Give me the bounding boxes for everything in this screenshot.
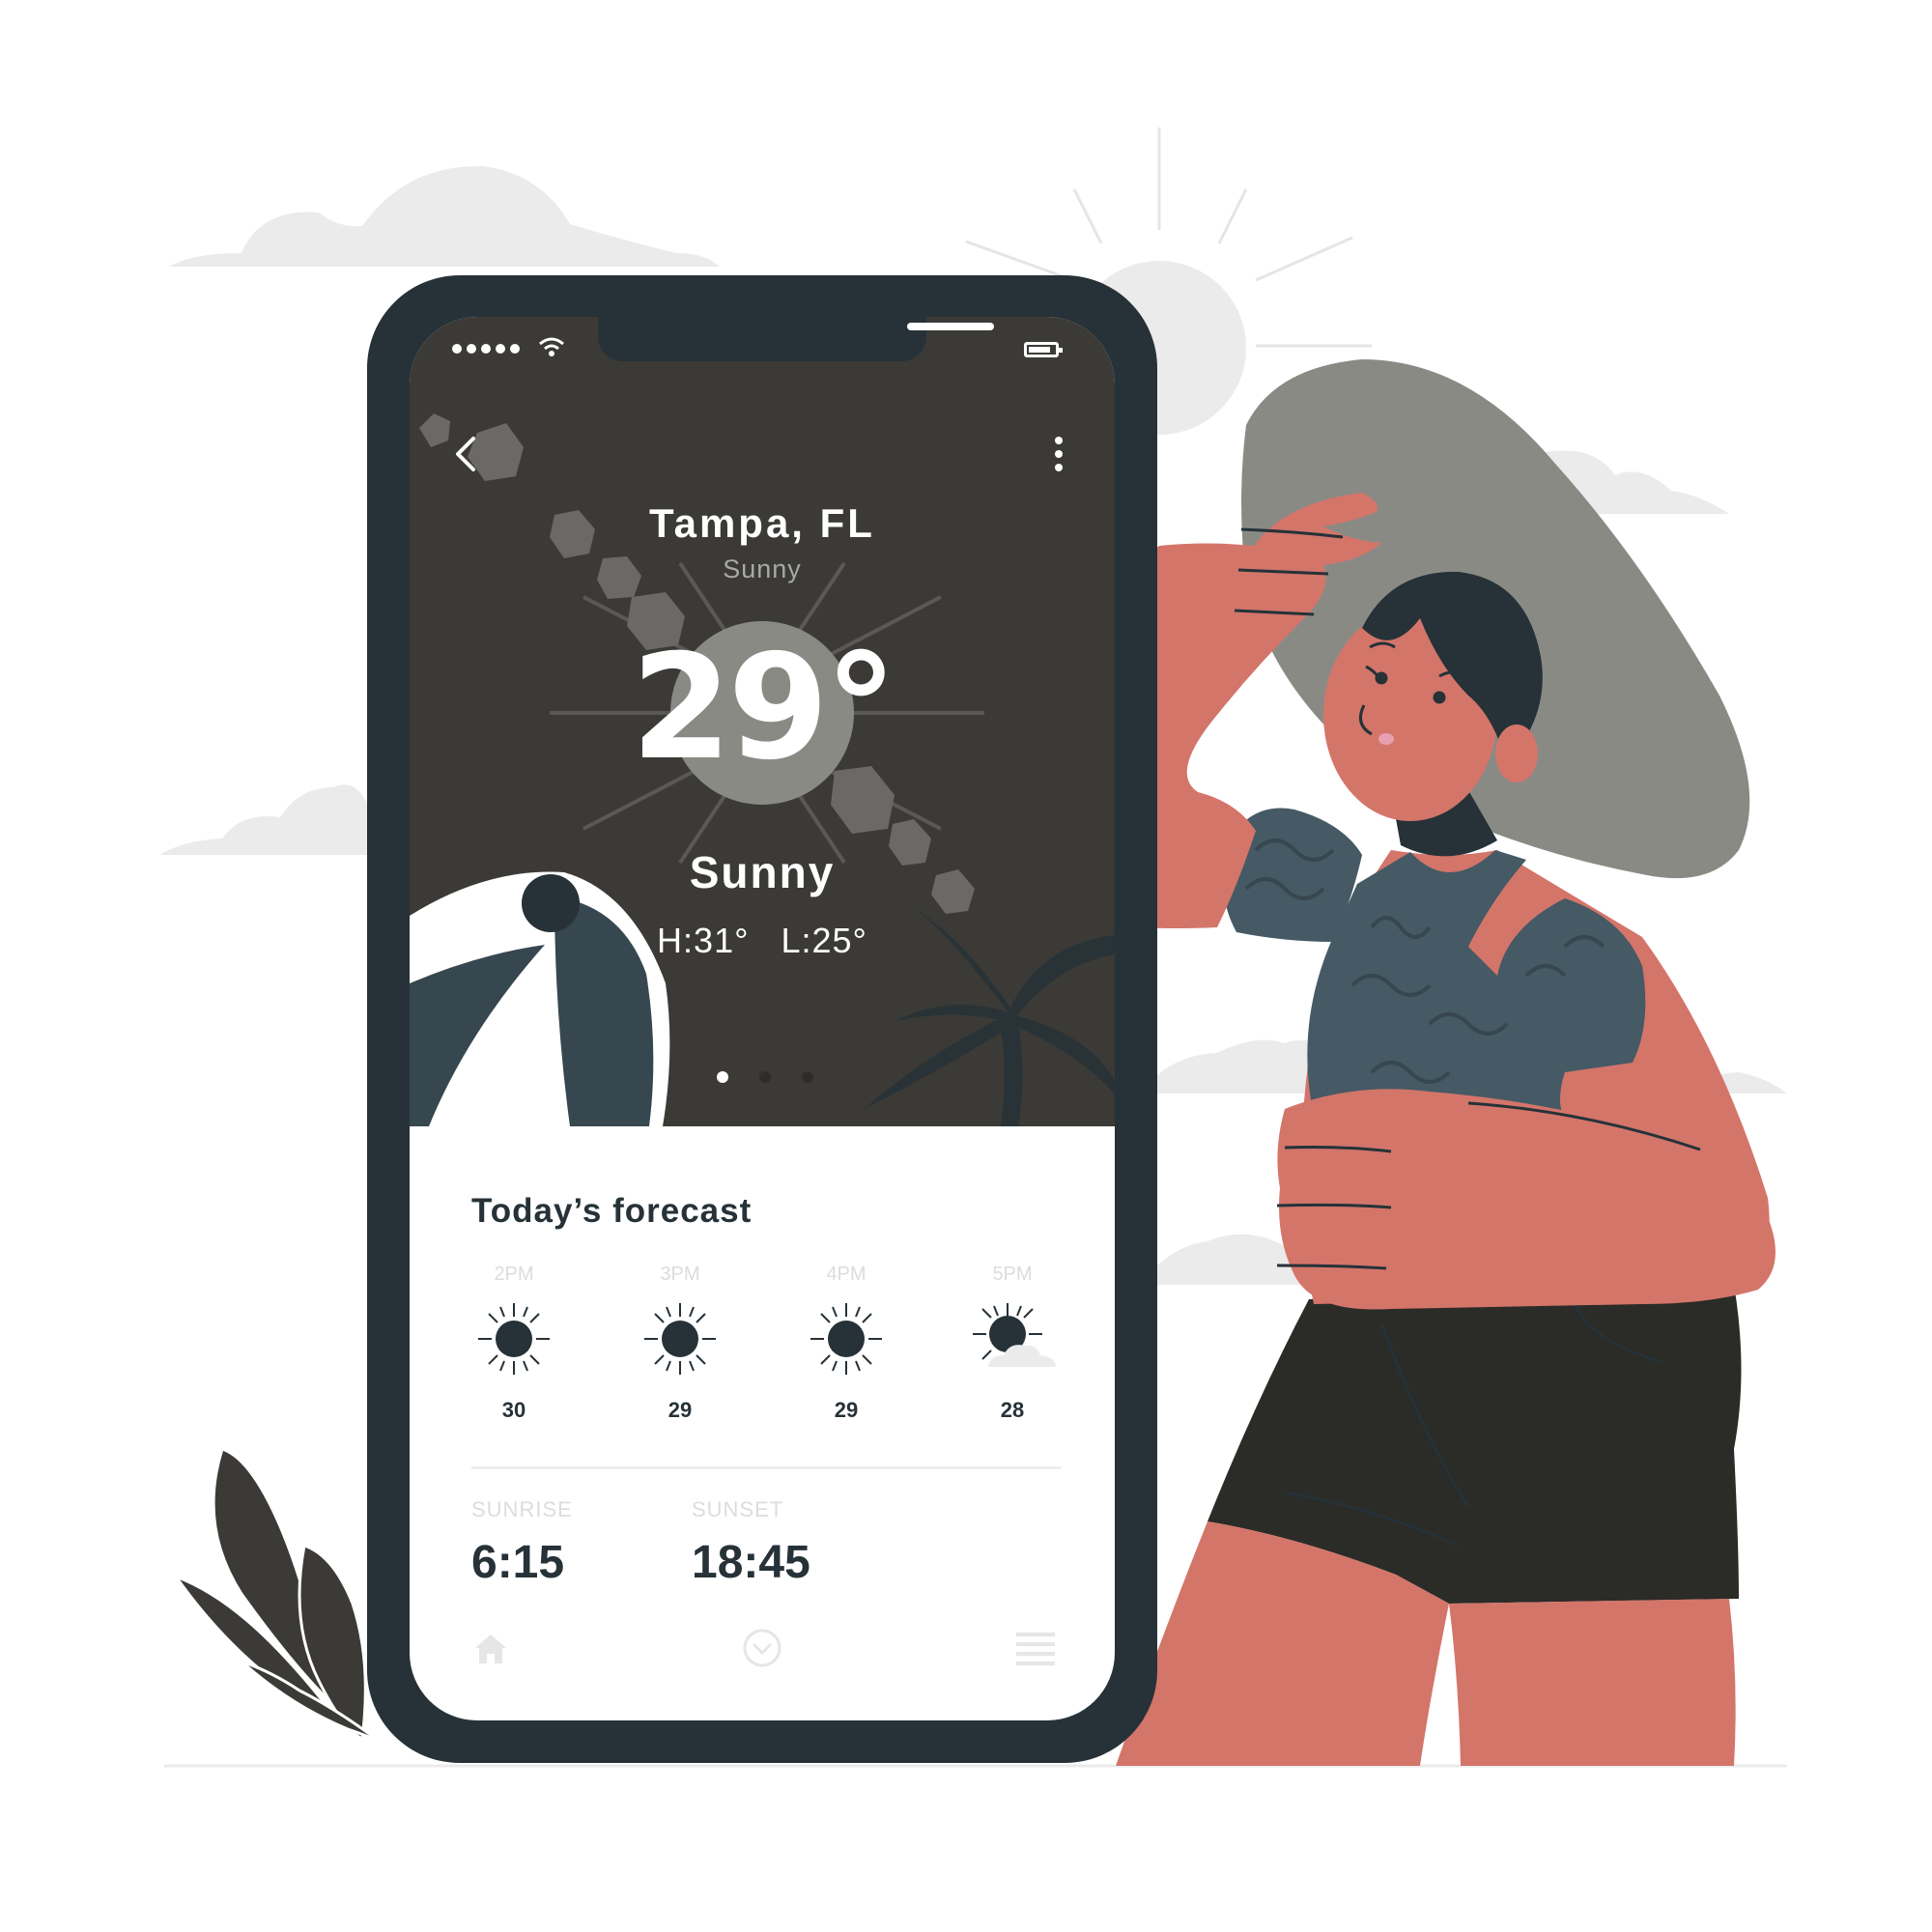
section-divider xyxy=(471,1466,1061,1469)
home-icon xyxy=(475,1634,506,1663)
condition-subtitle: Sunny xyxy=(723,554,802,583)
forecast-hour-temp: 29 xyxy=(834,1398,859,1422)
current-condition: Sunny xyxy=(689,847,836,897)
forecast-hour: 4PM 29 xyxy=(798,1264,895,1423)
battery-icon xyxy=(1024,342,1063,357)
sunrise-time: 6:15 xyxy=(471,1537,565,1588)
forecast-hour-time: 5PM xyxy=(992,1264,1033,1285)
beach-ball xyxy=(410,871,670,1126)
sunset-label: SUNSET xyxy=(692,1497,784,1521)
home-nav-button[interactable] xyxy=(469,1627,512,1669)
woman-ear xyxy=(1495,724,1538,782)
page-indicator xyxy=(717,1071,813,1083)
forecast-title: Today’s forecast xyxy=(471,1192,753,1230)
sun-icon xyxy=(644,1303,716,1375)
weather-hero: Tampa, FL Sunny 29° Sunny H:31° L:25° xyxy=(410,317,1115,1126)
forecast-hour-temp: 29 xyxy=(668,1398,693,1422)
center-nav-button[interactable] xyxy=(741,1627,783,1669)
page-dot-1[interactable] xyxy=(717,1071,728,1083)
current-temperature: 29° xyxy=(631,624,897,792)
chevron-left-icon xyxy=(456,437,475,471)
more-vertical-icon xyxy=(1039,437,1078,471)
sun-icon xyxy=(478,1303,550,1375)
woman-leg-right xyxy=(1449,1599,1736,1766)
cloud-mid-left xyxy=(159,784,377,855)
cloud-top-left xyxy=(169,165,720,267)
speaker-grille xyxy=(907,323,994,330)
forecast-hour-temp: 30 xyxy=(501,1398,526,1422)
wifi-icon xyxy=(539,337,564,356)
forecast-hour-time: 2PM xyxy=(494,1264,534,1285)
chevron-down-circle-icon xyxy=(743,1629,781,1667)
forecast-hour: 3PM 29 xyxy=(632,1264,728,1423)
forecast-hour-time: 4PM xyxy=(826,1264,867,1285)
sunrise-label: SUNRISE xyxy=(471,1497,573,1521)
city-name: Tampa, FL xyxy=(649,500,875,546)
high-low-temperature: H:31° L:25° xyxy=(657,921,867,960)
page-dot-3[interactable] xyxy=(802,1071,813,1083)
menu-nav-button[interactable] xyxy=(1014,1627,1057,1669)
sunset-time: 18:45 xyxy=(692,1537,810,1588)
page-dot-2[interactable] xyxy=(759,1071,771,1083)
forecast-hour: 5PM 28 xyxy=(964,1264,1061,1423)
more-options-button[interactable] xyxy=(1039,433,1078,481)
phone-notch xyxy=(598,317,994,361)
forecast-hour-time: 3PM xyxy=(660,1264,700,1285)
hamburger-menu-icon xyxy=(1016,1633,1055,1665)
signal-dots-icon xyxy=(452,344,520,354)
sun-icon xyxy=(810,1303,882,1375)
woman-mouth xyxy=(1378,733,1394,745)
partly-cloudy-icon xyxy=(973,1303,1056,1367)
forecast-hour-temp: 28 xyxy=(1000,1398,1025,1422)
plant-leaves xyxy=(171,1447,387,1748)
phone-screen: Tampa, FL Sunny 29° Sunny H:31° L:25° To… xyxy=(410,317,1115,1720)
forecast-hour: 2PM 30 xyxy=(466,1264,562,1423)
back-button[interactable] xyxy=(444,431,491,477)
